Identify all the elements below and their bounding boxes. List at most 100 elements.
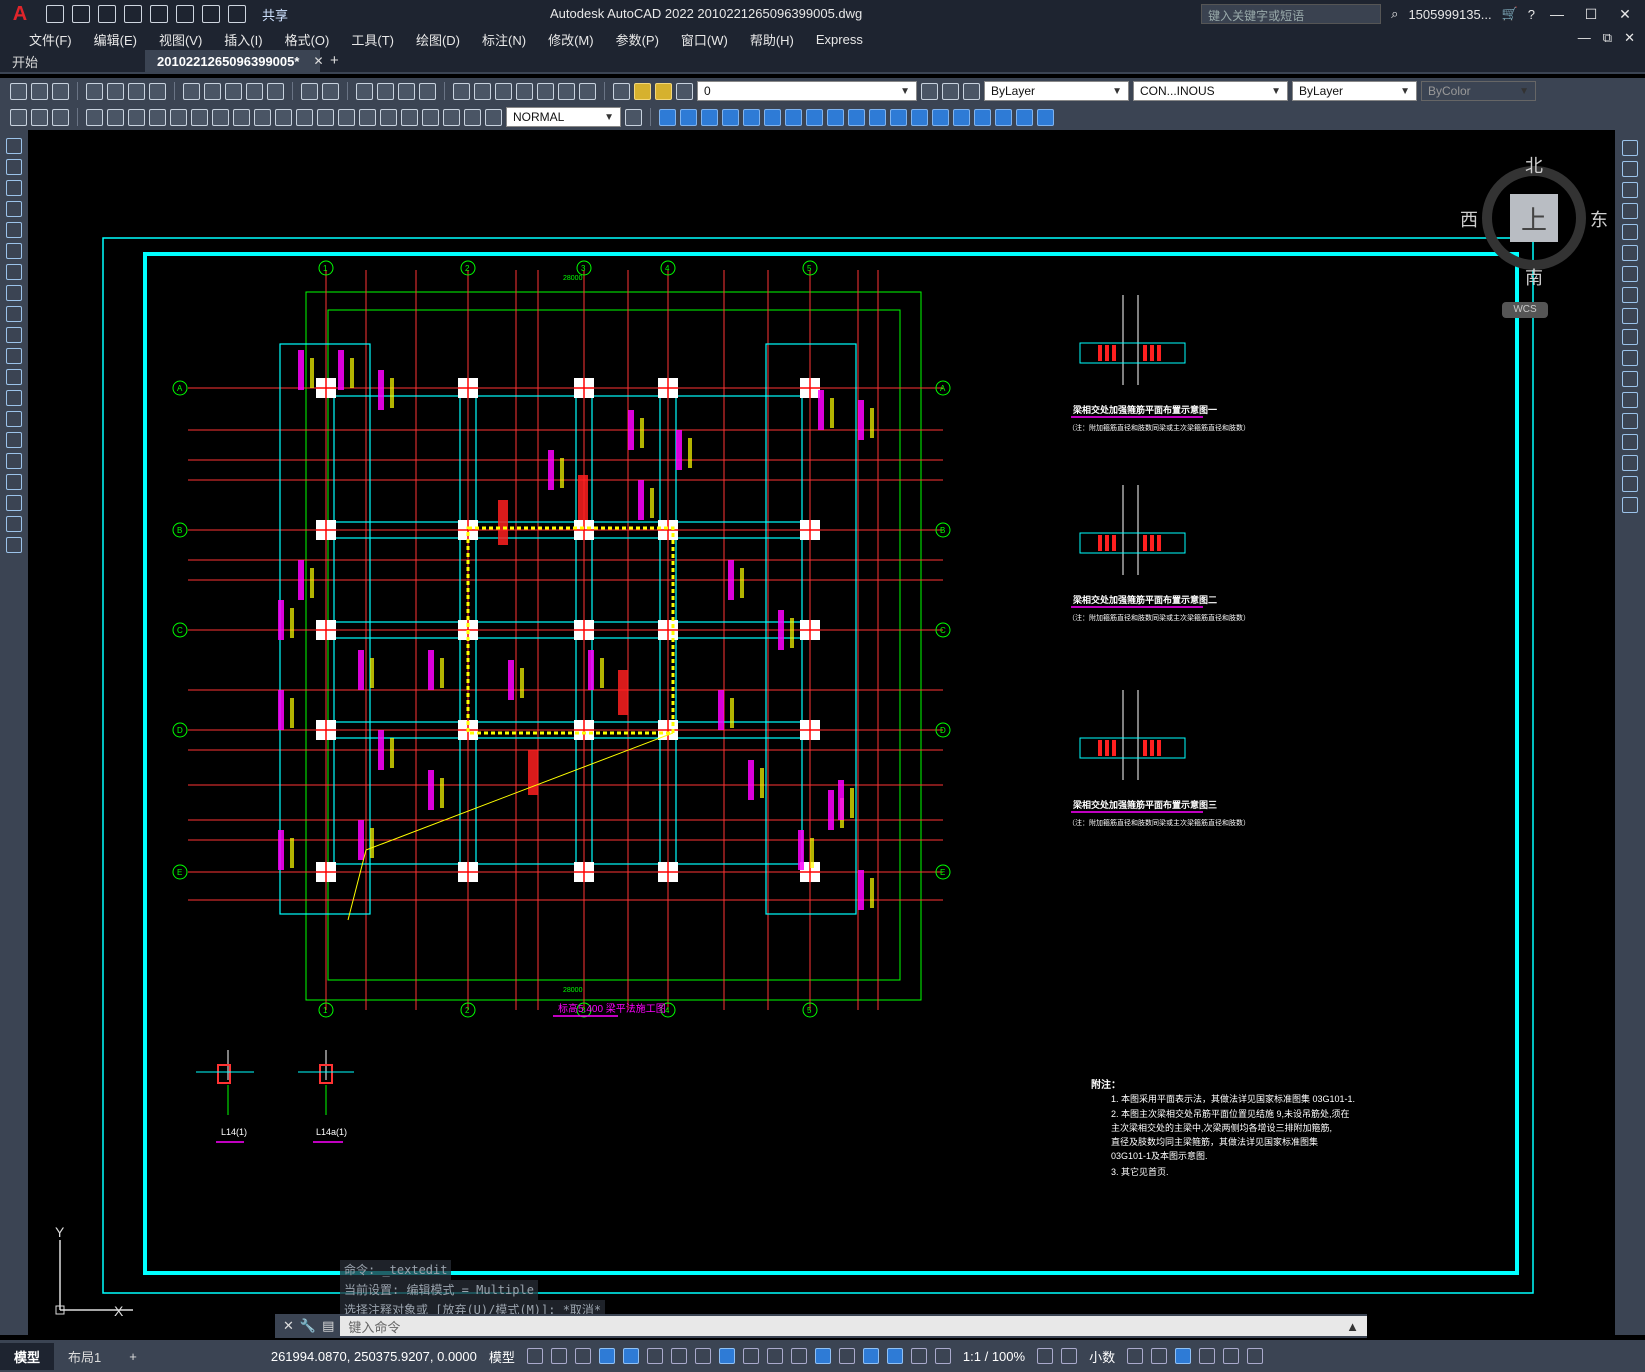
zoom-window-icon[interactable] [398, 82, 415, 100]
aligned-dim-icon[interactable] [107, 108, 124, 126]
group-selection-icon[interactable] [722, 108, 739, 126]
new-file-icon[interactable] [46, 5, 64, 23]
annotation-monitor-icon[interactable] [1061, 1348, 1078, 1364]
tab-drawing[interactable]: 2010221265096399005* ✕ [145, 50, 324, 72]
send-under-icon[interactable] [806, 108, 823, 126]
move-icon[interactable] [1622, 245, 1638, 261]
command-input[interactable]: 键入命令 ▲ [340, 1316, 1367, 1336]
ellipse-icon[interactable] [6, 327, 22, 343]
design-center-icon[interactable] [474, 82, 491, 100]
web-mobile-icon[interactable] [150, 5, 168, 23]
dim-break-icon[interactable] [338, 108, 355, 126]
preview-icon[interactable] [107, 82, 124, 100]
tab-model[interactable]: 模型 [0, 1342, 55, 1370]
chamfer-icon[interactable] [1622, 434, 1638, 450]
offset-icon[interactable] [1622, 203, 1638, 219]
object-snap-icon[interactable] [718, 1348, 735, 1364]
construction-line-icon[interactable] [6, 159, 22, 175]
stretch-icon[interactable] [1622, 308, 1638, 324]
menu-dimension[interactable]: 标注(N) [471, 30, 537, 49]
compass-south[interactable]: 南 [1525, 264, 1543, 290]
ortho-icon[interactable] [622, 1348, 639, 1364]
hide-icon[interactable] [932, 108, 949, 126]
maximize-button[interactable]: ☐ [1579, 6, 1603, 23]
recent-commands-icon[interactable]: ▤ [322, 1318, 334, 1334]
help-icon[interactable] [579, 82, 596, 100]
undo-icon[interactable] [202, 5, 220, 23]
autocad-logo-icon[interactable]: A [0, 0, 40, 28]
line-icon[interactable] [6, 138, 22, 154]
new-tab-button[interactable]: + [320, 49, 349, 72]
annotation-visibility-icon[interactable] [910, 1348, 927, 1364]
menu-edit[interactable]: 编辑(E) [83, 30, 148, 49]
selection-cycling-icon[interactable] [790, 1348, 807, 1364]
menu-draw[interactable]: 绘图(D) [405, 30, 471, 49]
draworder-icon[interactable] [52, 108, 69, 126]
dynamic-ucs-icon[interactable] [838, 1348, 855, 1364]
add-selected-icon[interactable] [6, 537, 22, 553]
snap-icon[interactable] [550, 1348, 567, 1364]
doc-close-button[interactable]: ✕ [1624, 30, 1635, 46]
user-account[interactable]: 1505999135... [1408, 7, 1491, 22]
menu-window[interactable]: 窗口(W) [670, 30, 739, 49]
jogged-dim-icon[interactable] [191, 108, 208, 126]
lineweight-dropdown[interactable]: ByLayer ▼ [1292, 81, 1417, 101]
menu-parametric[interactable]: 参数(P) [605, 30, 670, 49]
block-editor-icon[interactable] [267, 82, 284, 100]
break-icon[interactable] [1622, 392, 1638, 408]
insert-block-icon[interactable] [974, 108, 991, 126]
isolate-icon[interactable] [911, 108, 928, 126]
zoom-realtime-icon[interactable] [377, 82, 394, 100]
lineweight-icon[interactable] [742, 1348, 759, 1364]
doc-restore-button[interactable]: ⧉ [1603, 30, 1612, 46]
trim-icon[interactable] [1622, 329, 1638, 345]
search-input[interactable]: 键入关键字或短语 [1201, 4, 1382, 24]
undo-icon[interactable] [301, 82, 318, 100]
infer-constraints-icon[interactable] [574, 1348, 591, 1364]
match-icon[interactable] [10, 108, 27, 126]
tool-palettes-icon[interactable] [495, 82, 512, 100]
quick-properties-icon[interactable] [1127, 1348, 1144, 1364]
group-icon[interactable] [659, 108, 676, 126]
compass-west[interactable]: 西 [1460, 206, 1478, 232]
point-icon[interactable] [6, 411, 22, 427]
close-button[interactable]: ✕ [1613, 6, 1637, 23]
dim-update-icon[interactable] [485, 108, 502, 126]
polygon-icon[interactable] [6, 201, 22, 217]
array-icon[interactable] [1622, 224, 1638, 240]
zoom-previous-icon[interactable] [419, 82, 436, 100]
graphics-performance-icon[interactable] [1199, 1348, 1216, 1364]
customize-command-icon[interactable]: 🔧 [300, 1318, 316, 1334]
help-icon[interactable]: ? [1528, 7, 1535, 22]
create-block-icon[interactable] [995, 108, 1012, 126]
markup-icon[interactable] [537, 82, 554, 100]
new-icon[interactable] [10, 82, 27, 100]
polar-icon[interactable] [646, 1348, 663, 1364]
clip-icon[interactable] [1037, 108, 1054, 126]
linetype-dropdown[interactable]: CON...INOUS ▼ [1133, 81, 1288, 101]
minimize-button[interactable]: — [1545, 6, 1569, 22]
mtext-icon[interactable] [6, 516, 22, 532]
menu-file[interactable]: 文件(F) [18, 30, 83, 49]
menu-insert[interactable]: 插入(I) [213, 30, 273, 49]
dims-front-icon[interactable] [848, 108, 865, 126]
properties-icon[interactable] [453, 82, 470, 100]
close-command-icon[interactable]: ✕ [283, 1318, 294, 1334]
group-edit-icon[interactable] [701, 108, 718, 126]
region-icon[interactable] [6, 474, 22, 490]
angular-dim-icon[interactable] [233, 108, 250, 126]
insert-block-icon[interactable] [6, 369, 22, 385]
erase-icon[interactable] [1622, 140, 1638, 156]
doc-minimize-button[interactable]: — [1578, 30, 1591, 46]
3d-osnap-icon[interactable] [814, 1348, 831, 1364]
arc-icon[interactable] [6, 243, 22, 259]
menu-view[interactable]: 视图(V) [148, 30, 213, 49]
units-selector[interactable]: 小数 [1089, 1347, 1115, 1366]
leaders-front-icon[interactable] [869, 108, 886, 126]
hatch-icon[interactable] [6, 432, 22, 448]
ellipse-arc-icon[interactable] [6, 348, 22, 364]
circle-icon[interactable] [6, 264, 22, 280]
polyline-icon[interactable] [6, 180, 22, 196]
add-layout-button[interactable]: + [115, 1345, 151, 1368]
save-icon[interactable] [98, 5, 116, 23]
